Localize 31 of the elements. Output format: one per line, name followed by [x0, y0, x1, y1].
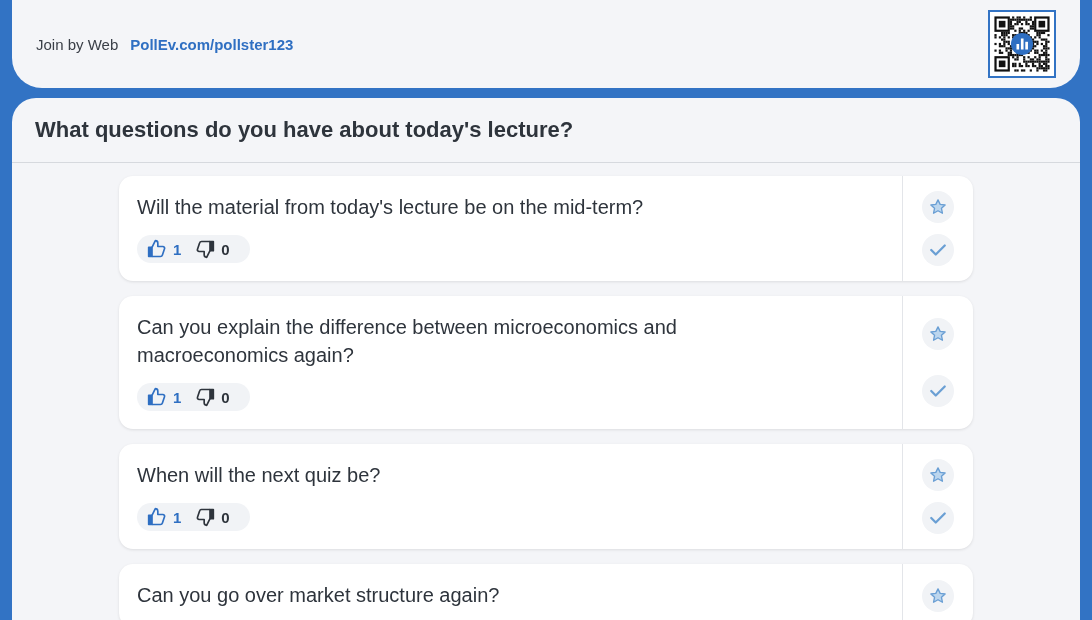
thumbs-down-icon[interactable]	[195, 387, 216, 407]
thumbs-up-icon[interactable]	[147, 239, 167, 259]
qr-code-icon	[988, 10, 1056, 78]
question-text: When will the next quiz be?	[137, 463, 382, 488]
mark-answered-button[interactable]	[922, 501, 954, 534]
star-button[interactable]	[922, 191, 954, 224]
upvote-count: 1	[173, 240, 182, 258]
question-text: Can you explain the difference between microeconomics and macroeconomics again?	[137, 315, 678, 368]
star-icon	[929, 198, 947, 217]
downvote-count: 0	[221, 240, 230, 258]
star-button[interactable]	[922, 459, 954, 492]
join-label: Join by Web	[36, 35, 119, 53]
downvote-count: 0	[221, 388, 230, 406]
thumbs-up-icon[interactable]	[147, 507, 167, 527]
thumbs-down-icon[interactable]	[195, 239, 216, 259]
downvote-count: 0	[221, 508, 230, 526]
join-link[interactable]: PollEv.com/pollster123	[130, 35, 294, 53]
star-button[interactable]	[922, 579, 954, 612]
thumbs-up-icon[interactable]	[147, 387, 167, 407]
poll-title: What questions do you have about today's lecture?	[12, 98, 1080, 163]
question-text: Can you go over market structure again?	[137, 583, 501, 608]
mark-answered-button[interactable]	[922, 374, 954, 407]
star-button[interactable]	[922, 318, 954, 351]
upvote-count: 1	[173, 508, 182, 526]
upvote-count: 1	[173, 388, 182, 406]
mark-answered-button[interactable]	[922, 233, 954, 266]
star-icon	[929, 466, 947, 485]
thumbs-down-icon[interactable]	[195, 507, 216, 527]
star-icon	[929, 325, 947, 344]
star-icon	[929, 586, 947, 605]
question-text: Will the material from today's lecture be on the mid-term?	[137, 195, 645, 220]
